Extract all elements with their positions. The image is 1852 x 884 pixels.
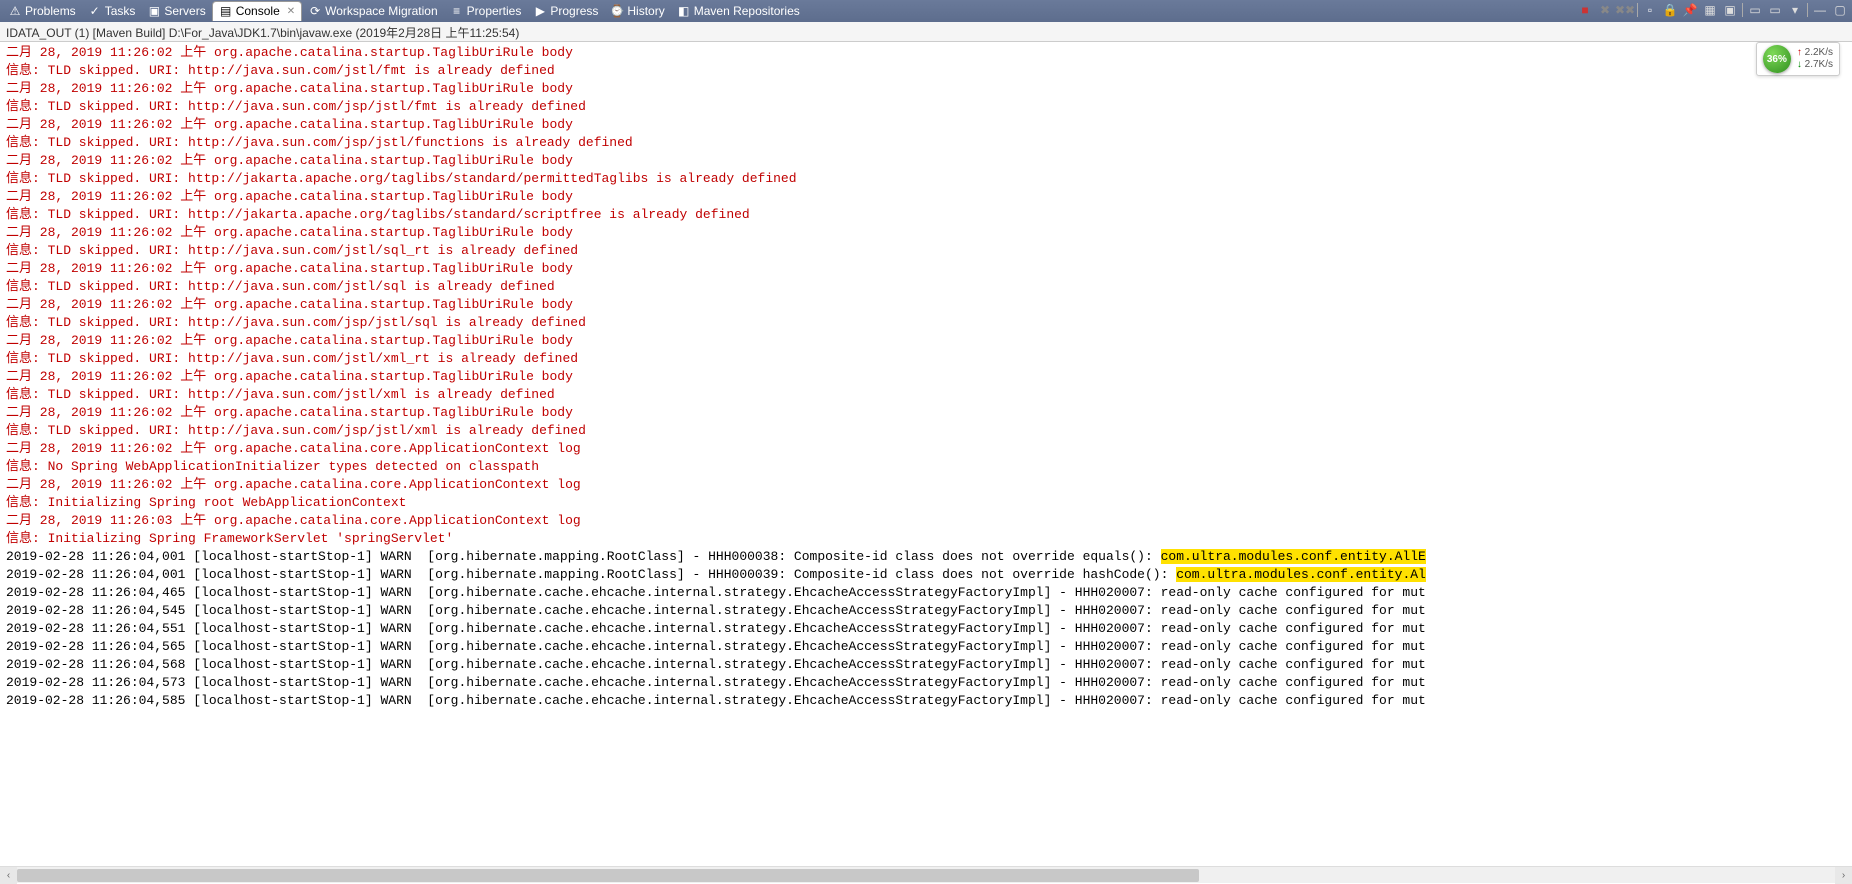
close-tab-icon[interactable]: ✕ <box>287 6 295 17</box>
workspace-migration-icon: ⟳ <box>308 4 322 18</box>
highlighted-text: com.ultra.modules.conf.entity.AllE <box>1161 549 1426 564</box>
scroll-right-icon[interactable]: › <box>1835 867 1852 884</box>
console-process-header: IDATA_OUT (1) [Maven Build] D:\For_Java\… <box>0 22 1852 42</box>
network-monitor-badge[interactable]: 36% 2.2K/s 2.7K/s <box>1756 42 1840 76</box>
show-console-on-err-icon[interactable]: ▭ <box>1767 2 1783 18</box>
pin-console-icon[interactable]: 📌 <box>1682 2 1698 18</box>
log-line: 信息: TLD skipped. URI: http://java.sun.co… <box>6 422 1846 440</box>
tab-label: Problems <box>25 4 76 18</box>
tab-label: Workspace Migration <box>325 4 438 18</box>
tab-history[interactable]: ⌚History <box>604 1 670 21</box>
tab-workspace-migration[interactable]: ⟳Workspace Migration <box>302 1 444 21</box>
console-dropdown-icon[interactable]: ▾ <box>1787 2 1803 18</box>
log-line: 二月 28, 2019 11:26:02 上午 org.apache.catal… <box>6 44 1846 62</box>
history-icon: ⌚ <box>610 4 624 18</box>
minimize-icon[interactable]: — <box>1812 2 1828 18</box>
progress-icon: ▶ <box>533 4 547 18</box>
terminate-icon[interactable]: ■ <box>1577 2 1593 18</box>
log-line: 二月 28, 2019 11:26:02 上午 org.apache.catal… <box>6 224 1846 242</box>
network-stats: 2.2K/s 2.7K/s <box>1797 47 1833 71</box>
tab-label: Console <box>236 4 280 18</box>
log-line: 信息: TLD skipped. URI: http://java.sun.co… <box>6 62 1846 80</box>
log-line: 二月 28, 2019 11:26:02 上午 org.apache.catal… <box>6 404 1846 422</box>
remove-launch-icon[interactable]: ✖ <box>1597 2 1613 18</box>
show-console-on-out-icon[interactable]: ▭ <box>1747 2 1763 18</box>
log-line: 二月 28, 2019 11:26:02 上午 org.apache.catal… <box>6 80 1846 98</box>
log-line: 二月 28, 2019 11:26:02 上午 org.apache.catal… <box>6 260 1846 278</box>
scroll-track[interactable] <box>17 867 1835 884</box>
open-console-icon[interactable]: ▣ <box>1722 2 1738 18</box>
tab-problems[interactable]: ⚠Problems <box>2 1 82 21</box>
log-line: 信息: TLD skipped. URI: http://jakarta.apa… <box>6 170 1846 188</box>
log-line: 信息: TLD skipped. URI: http://java.sun.co… <box>6 98 1846 116</box>
log-line: 信息: TLD skipped. URI: http://java.sun.co… <box>6 386 1846 404</box>
log-line: 信息: TLD skipped. URI: http://java.sun.co… <box>6 134 1846 152</box>
tab-label: Servers <box>164 4 205 18</box>
console-output[interactable]: 二月 28, 2019 11:26:02 上午 org.apache.catal… <box>0 42 1852 860</box>
log-line: 二月 28, 2019 11:26:02 上午 org.apache.catal… <box>6 332 1846 350</box>
log-line: 信息: Initializing Spring FrameworkServlet… <box>6 530 1846 548</box>
log-line: 信息: TLD skipped. URI: http://java.sun.co… <box>6 350 1846 368</box>
tab-console[interactable]: ▤Console ✕ <box>212 1 302 21</box>
tab-properties[interactable]: ≡Properties <box>444 1 528 21</box>
network-percent-icon: 36% <box>1763 45 1791 73</box>
display-selected-icon[interactable]: ▦ <box>1702 2 1718 18</box>
log-line: 信息: No Spring WebApplicationInitializer … <box>6 458 1846 476</box>
log-line: 2019-02-28 11:26:04,545 [localhost-start… <box>6 602 1846 620</box>
log-line: 二月 28, 2019 11:26:02 上午 org.apache.catal… <box>6 476 1846 494</box>
servers-icon: ▣ <box>147 4 161 18</box>
log-line: 二月 28, 2019 11:26:02 上午 org.apache.catal… <box>6 296 1846 314</box>
log-line: 2019-02-28 11:26:04,001 [localhost-start… <box>6 566 1846 584</box>
tasks-icon: ✓ <box>88 4 102 18</box>
tab-label: Properties <box>467 4 522 18</box>
log-line: 二月 28, 2019 11:26:02 上午 org.apache.catal… <box>6 368 1846 386</box>
tab-tasks[interactable]: ✓Tasks <box>82 1 142 21</box>
scroll-lock-icon[interactable]: 🔒 <box>1662 2 1678 18</box>
log-line: 二月 28, 2019 11:26:02 上午 org.apache.catal… <box>6 152 1846 170</box>
log-line: 信息: TLD skipped. URI: http://java.sun.co… <box>6 278 1846 296</box>
scroll-thumb[interactable] <box>17 869 1199 882</box>
remove-all-icon[interactable]: ✖✖ <box>1617 2 1633 18</box>
tab-label: History <box>627 4 664 18</box>
log-line: 二月 28, 2019 11:26:03 上午 org.apache.catal… <box>6 512 1846 530</box>
log-line: 二月 28, 2019 11:26:02 上午 org.apache.catal… <box>6 440 1846 458</box>
log-line: 信息: TLD skipped. URI: http://jakarta.apa… <box>6 206 1846 224</box>
console-toolbar: ■ ✖ ✖✖ ▫ 🔒 📌 ▦ ▣ ▭ ▭ ▾ — ▢ <box>1577 2 1848 18</box>
tab-label: Maven Repositories <box>694 4 800 18</box>
log-line: 2019-02-28 11:26:04,001 [localhost-start… <box>6 548 1846 566</box>
highlighted-text: com.ultra.modules.conf.entity.Al <box>1176 567 1426 582</box>
tab-servers[interactable]: ▣Servers <box>141 1 211 21</box>
log-line: 二月 28, 2019 11:26:02 上午 org.apache.catal… <box>6 116 1846 134</box>
horizontal-scrollbar[interactable]: ‹ › <box>0 866 1852 883</box>
log-line: 2019-02-28 11:26:04,465 [localhost-start… <box>6 584 1846 602</box>
view-tab-bar: ⚠Problems✓Tasks▣Servers▤Console✕⟳Workspa… <box>0 0 1852 22</box>
problems-icon: ⚠ <box>8 4 22 18</box>
clear-console-icon[interactable]: ▫ <box>1642 2 1658 18</box>
log-line: 2019-02-28 11:26:04,585 [localhost-start… <box>6 692 1846 710</box>
properties-icon: ≡ <box>450 4 464 18</box>
tab-progress[interactable]: ▶Progress <box>527 1 604 21</box>
tab-label: Progress <box>550 4 598 18</box>
log-line: 2019-02-28 11:26:04,565 [localhost-start… <box>6 638 1846 656</box>
console-icon: ▤ <box>219 4 233 18</box>
log-line: 2019-02-28 11:26:04,573 [localhost-start… <box>6 674 1846 692</box>
maven-repositories-icon: ◧ <box>677 4 691 18</box>
tab-label: Tasks <box>105 4 136 18</box>
tab-maven-repositories[interactable]: ◧Maven Repositories <box>671 1 806 21</box>
log-line: 2019-02-28 11:26:04,551 [localhost-start… <box>6 620 1846 638</box>
scroll-left-icon[interactable]: ‹ <box>0 867 17 884</box>
log-line: 信息: Initializing Spring root WebApplicat… <box>6 494 1846 512</box>
log-line: 信息: TLD skipped. URI: http://java.sun.co… <box>6 242 1846 260</box>
log-line: 二月 28, 2019 11:26:02 上午 org.apache.catal… <box>6 188 1846 206</box>
log-line: 信息: TLD skipped. URI: http://java.sun.co… <box>6 314 1846 332</box>
log-line: 2019-02-28 11:26:04,568 [localhost-start… <box>6 656 1846 674</box>
maximize-icon[interactable]: ▢ <box>1832 2 1848 18</box>
